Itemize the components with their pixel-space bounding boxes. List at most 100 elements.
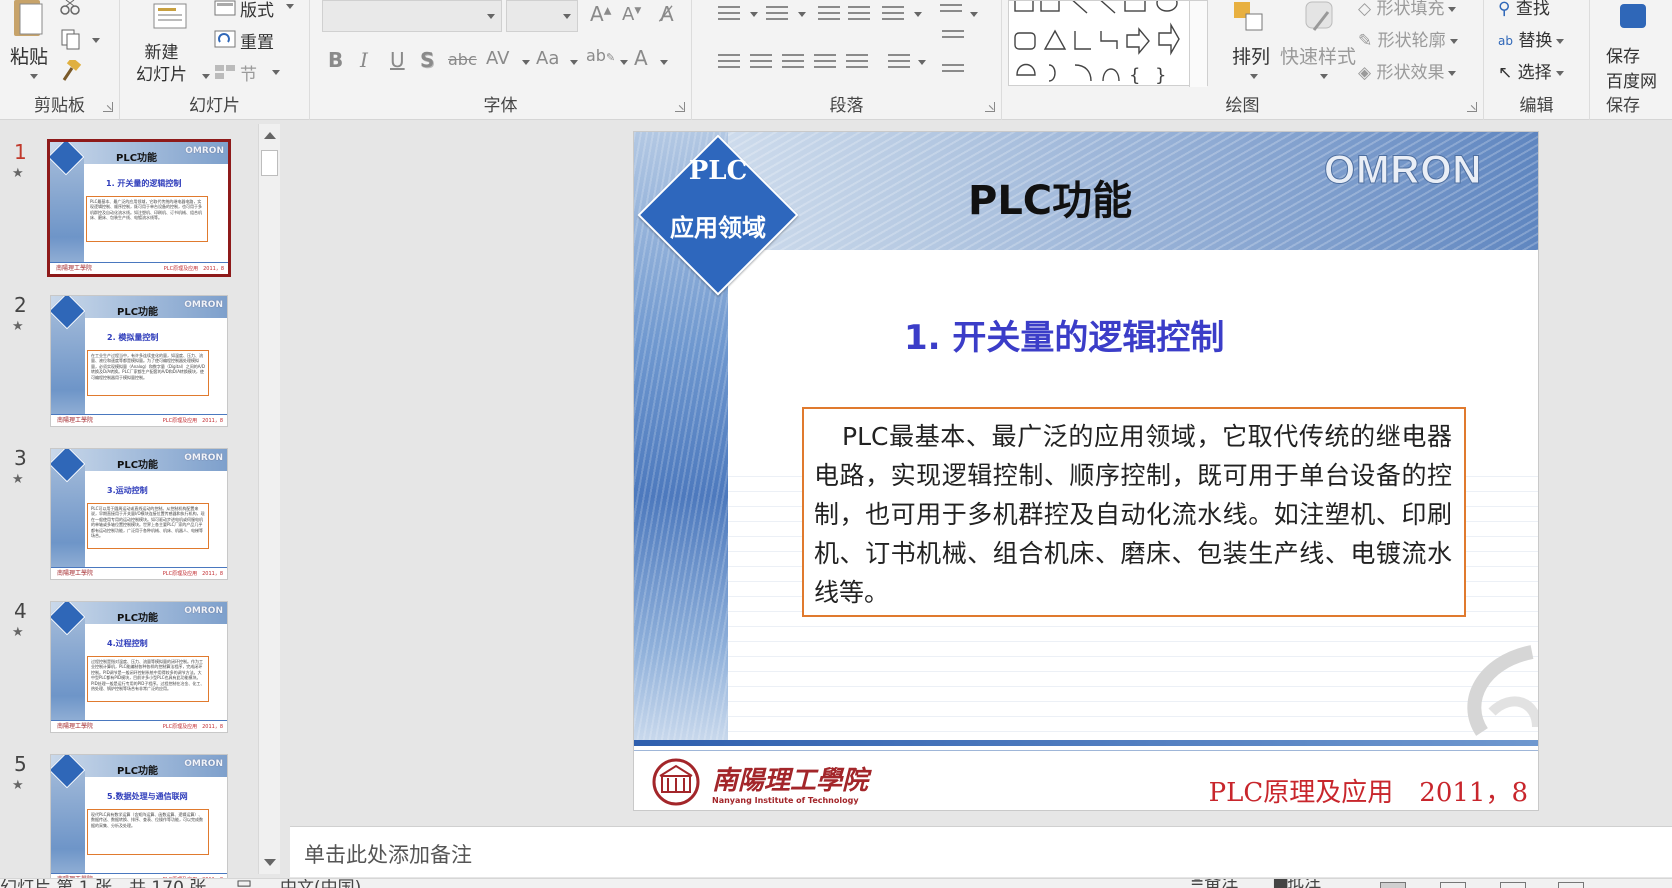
quick-styles-dropdown[interactable]	[1320, 74, 1328, 79]
slide-thumbnail[interactable]: PLC功能 OMRON 4.过程控制 过程控制是指对温度、压力、流量等模拟量的闭环控制…	[50, 601, 228, 733]
format-painter-icon[interactable]	[60, 60, 82, 82]
slide-thumbnail[interactable]: PLC功能 OMRON 1. 开关量的逻辑控制 PLC最基本、最广泛的应用领域，它取代…	[47, 139, 231, 277]
change-case-dropdown[interactable]	[570, 60, 578, 65]
reset-icon	[214, 30, 236, 48]
paste-dropdown[interactable]	[30, 74, 38, 79]
bullets-icon[interactable]	[718, 6, 740, 22]
strikethrough-button[interactable]: abc	[448, 50, 477, 69]
reset-button[interactable]: 重置	[240, 28, 274, 53]
section-dropdown[interactable]	[272, 70, 280, 75]
layout-button[interactable]: 版式	[240, 0, 274, 21]
normal-view-icon[interactable]	[1380, 882, 1406, 888]
paste-icon	[14, 0, 43, 36]
slide-thumbnail[interactable]: PLC功能 OMRON 5.数据处理与通信联网 现代PLC具有数学运算（含矩阵运算、函…	[50, 754, 228, 886]
spellcheck-icon[interactable]: ▭	[236, 879, 252, 888]
new-slide-dropdown[interactable]	[202, 74, 210, 79]
smartart-icon[interactable]	[942, 64, 964, 80]
copy-dropdown[interactable]	[92, 38, 100, 43]
cut-icon[interactable]	[60, 0, 80, 16]
comments-toggle[interactable]: ▆ 批注	[1274, 879, 1321, 888]
language-indicator[interactable]: 中文(中国)	[280, 879, 361, 888]
line-spacing-icon[interactable]	[882, 6, 904, 22]
font-color-icon[interactable]: A	[634, 46, 648, 70]
grow-font-icon[interactable]: A▲	[590, 2, 611, 26]
underline-button[interactable]: U	[390, 48, 405, 72]
select-button[interactable]: ↖ 选择	[1498, 58, 1564, 83]
badge-line2[interactable]: 应用领域	[634, 208, 802, 243]
line-spacing-dropdown[interactable]	[914, 12, 922, 17]
text-shadow-button[interactable]: S	[420, 48, 434, 72]
quick-styles-button[interactable]: 快速样式	[1280, 42, 1356, 69]
scroll-thumb[interactable]	[261, 150, 278, 176]
change-case-button[interactable]: Aa	[536, 48, 559, 69]
decrease-indent-icon[interactable]	[818, 6, 840, 22]
drawing-launcher-icon[interactable]	[1467, 102, 1477, 112]
copy-icon[interactable]	[60, 28, 82, 50]
scroll-down-icon[interactable]	[264, 859, 276, 866]
find-button[interactable]: ⚲ 查找	[1498, 0, 1550, 19]
columns-align-dropdown[interactable]	[918, 60, 926, 65]
font-color-dropdown[interactable]	[660, 60, 668, 65]
columns-icon[interactable]	[940, 4, 962, 20]
shapes-gallery-scroll[interactable]	[1189, 1, 1207, 87]
highlight-icon[interactable]: ab✎	[586, 46, 615, 65]
align-center-icon[interactable]	[750, 54, 772, 70]
shape-effects-button[interactable]: ◈ 形状效果	[1358, 58, 1457, 83]
shapes-icon[interactable]: {}	[1009, 0, 1191, 87]
text-align-vertical-icon[interactable]	[942, 30, 964, 46]
italic-button[interactable]: I	[360, 48, 368, 72]
shapes-gallery[interactable]: {}	[1008, 0, 1208, 87]
bullets-dropdown[interactable]	[750, 12, 758, 17]
paste-button[interactable]: 粘贴	[10, 42, 48, 69]
slide-sorter-view-icon[interactable]	[1440, 882, 1466, 888]
bold-button[interactable]: B	[328, 48, 343, 72]
arrange-button[interactable]: 排列	[1232, 42, 1270, 69]
section-button[interactable]: 节	[240, 60, 257, 85]
omron-logo: OMRON	[1323, 148, 1483, 193]
justify-icon[interactable]	[814, 54, 836, 70]
paragraph-launcher-icon[interactable]	[985, 102, 995, 112]
save-baidu-button[interactable]: 保存 百度网	[1606, 42, 1657, 92]
arrange-dropdown[interactable]	[1250, 74, 1258, 79]
new-slide-button[interactable]: 新建 幻灯片	[136, 42, 187, 86]
badge-line1[interactable]: PLC	[634, 156, 802, 186]
clear-format-icon[interactable]: A̸	[660, 2, 674, 26]
slide-canvas[interactable]: PLC 应用领域 PLC功能 OMRON 1. 开关量的逻辑控制 PLC最基本、…	[634, 132, 1538, 810]
thumbnails-scrollbar[interactable]	[258, 124, 280, 874]
layout-dropdown[interactable]	[286, 4, 294, 9]
notes-toggle[interactable]: ≜ 备注	[1190, 879, 1238, 888]
increase-indent-icon[interactable]	[848, 6, 870, 22]
notes-pane[interactable]: 单击此处添加备注	[290, 827, 1672, 877]
slideshow-view-icon[interactable]	[1558, 882, 1584, 888]
clipboard-launcher-icon[interactable]	[103, 102, 113, 112]
font-size-combo[interactable]	[506, 0, 578, 32]
notes-placeholder[interactable]: 单击此处添加备注	[304, 839, 472, 869]
replace-button[interactable]: ab 替换	[1498, 26, 1565, 51]
scroll-up-icon[interactable]	[264, 132, 276, 139]
columns-dropdown[interactable]	[970, 12, 978, 17]
align-left-icon[interactable]	[718, 54, 740, 70]
shrink-font-icon[interactable]: A▼	[622, 4, 641, 25]
slide-thumbnail[interactable]: PLC功能 OMRON 2. 模拟量控制 在工业生产过程当中，有许多连续变化的量，如温…	[50, 295, 228, 427]
shape-outline-button[interactable]: ✎ 形状轮廓	[1358, 26, 1458, 51]
font-name-combo[interactable]	[322, 0, 502, 32]
font-launcher-icon[interactable]	[675, 102, 685, 112]
shape-fill-button[interactable]: ◇ 形状填充	[1358, 0, 1457, 19]
char-spacing-button[interactable]: AV	[486, 48, 509, 69]
paragraph-group: 段落	[692, 0, 1002, 120]
distributed-icon[interactable]	[846, 54, 868, 70]
columns-align-icon[interactable]	[888, 54, 910, 70]
numbering-dropdown[interactable]	[798, 12, 806, 17]
align-right-icon[interactable]	[782, 54, 804, 70]
reading-view-icon[interactable]	[1500, 882, 1526, 888]
highlight-dropdown[interactable]	[620, 60, 628, 65]
body-text-box[interactable]: PLC最基本、最广泛的应用领域，它取代传统的继电器电路，实现逻辑控制、顺序控制，…	[802, 407, 1466, 617]
char-spacing-dropdown[interactable]	[522, 60, 530, 65]
section-icon	[215, 65, 235, 79]
footer-course-date[interactable]: PLC原理及应用 2011，8	[1209, 772, 1528, 809]
thumb-side	[51, 465, 85, 579]
slide-title[interactable]: PLC功能	[968, 168, 1132, 226]
slide-subtitle[interactable]: 1. 开关量的逻辑控制	[904, 310, 1224, 359]
numbering-icon[interactable]	[766, 6, 788, 22]
slide-thumbnail[interactable]: PLC功能 OMRON 3.运动控制 PLC可以用于圆周运动或直线运动的控制。从控制机…	[50, 448, 228, 580]
